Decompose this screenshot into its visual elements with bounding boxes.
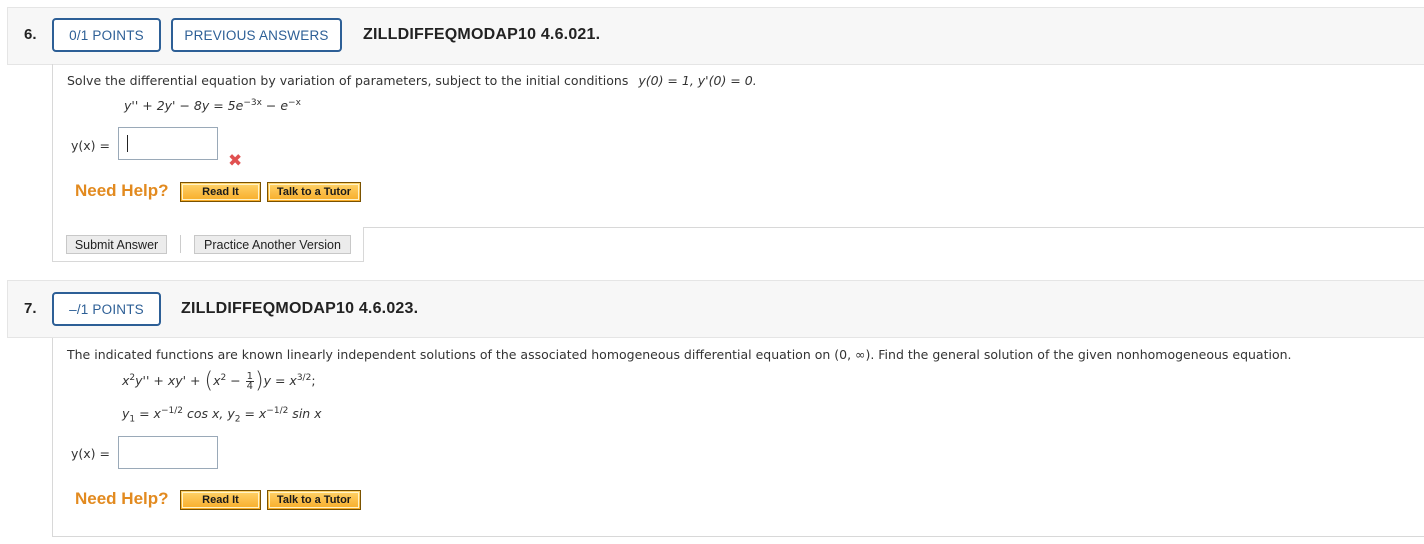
q6-talk-to-tutor-button[interactable]: Talk to a Tutor bbox=[267, 182, 361, 202]
button-separator bbox=[180, 235, 181, 253]
q7-y2-tail: sin x bbox=[288, 406, 322, 422]
previous-answers-button[interactable]: PREVIOUS ANSWERS bbox=[171, 18, 342, 52]
text-cursor bbox=[127, 135, 128, 152]
q7-eq-frac-den: 4 bbox=[246, 381, 254, 392]
q7-talk-to-tutor-button[interactable]: Talk to a Tutor bbox=[267, 490, 361, 510]
q7-prompt: The indicated functions are known linear… bbox=[67, 347, 1292, 362]
q7-answer-label: y(x) = bbox=[71, 446, 110, 461]
q7-y2-rhs: = x bbox=[240, 406, 267, 422]
q6-initial-conditions: y(0) = 1, y'(0) = 0. bbox=[638, 73, 757, 88]
q6-eq-mid: − e bbox=[261, 98, 289, 114]
q6-equation: y'' + 2y' − 8y = 5e−3x − e−x bbox=[124, 98, 301, 113]
q7-eq-b: y'' + xy' + bbox=[135, 373, 205, 388]
submit-answer-button[interactable]: Submit Answer bbox=[66, 235, 167, 254]
q7-eq-f: ; bbox=[311, 373, 316, 388]
q7-solutions: y1 = x−1/2 cos x, y2 = x−1/2 sin x bbox=[122, 406, 322, 425]
q7-y1-rhs: = x bbox=[135, 406, 161, 422]
q6-eq-exp1: −3x bbox=[243, 98, 262, 108]
q6-read-it-button[interactable]: Read It bbox=[180, 182, 261, 202]
q6-answer-input[interactable] bbox=[118, 127, 218, 160]
practice-another-version-button[interactable]: Practice Another Version bbox=[194, 235, 351, 254]
q6-eq-exp2: −x bbox=[288, 98, 301, 108]
q7-eq-fraction: 14 bbox=[245, 372, 255, 392]
q7-problem-id: ZILLDIFFEQMODAP10 4.6.023. bbox=[181, 300, 419, 317]
q6-need-help-label: Need Help? bbox=[75, 181, 169, 200]
q7-y1-sup: −1/2 bbox=[160, 406, 183, 416]
q7-need-help-label: Need Help? bbox=[75, 489, 169, 508]
q7-equation: x2y'' + xy' + (x2 − 1 4)y = x3/2; bbox=[122, 368, 316, 394]
q7-answer-input[interactable] bbox=[118, 436, 218, 469]
q7-read-it-button[interactable]: Read It bbox=[180, 490, 261, 510]
x-mark-icon: ✖ bbox=[228, 151, 243, 171]
q6-number: 6. bbox=[24, 26, 37, 43]
q6-points-badge[interactable]: 0/1 POINTS bbox=[52, 18, 161, 52]
q7-points-badge[interactable]: –/1 POINTS bbox=[52, 292, 161, 326]
q7-eq-e-sup: 3/2 bbox=[296, 372, 312, 383]
q7-y2: y bbox=[227, 406, 235, 422]
right-paren: ) bbox=[255, 368, 264, 394]
divider bbox=[364, 227, 1424, 228]
q6-prompt-text: Solve the differential equation by varia… bbox=[67, 73, 629, 88]
q7-eq-d: − bbox=[226, 373, 245, 388]
q6-problem-id: ZILLDIFFEQMODAP10 4.6.021. bbox=[363, 26, 601, 43]
q7-eq-e: y = x bbox=[263, 373, 297, 388]
q7-y2-sup: −1/2 bbox=[266, 406, 289, 416]
q6-eq-lhs: y'' + 2y' − 8y = 5e bbox=[124, 98, 244, 114]
q6-prompt: Solve the differential equation by varia… bbox=[67, 73, 757, 88]
q6-answer-label: y(x) = bbox=[71, 138, 110, 153]
left-paren: ( bbox=[204, 368, 214, 394]
q7-y1-tail: cos x, bbox=[183, 406, 228, 422]
q7-number: 7. bbox=[24, 300, 37, 317]
q6-body bbox=[52, 64, 1424, 227]
